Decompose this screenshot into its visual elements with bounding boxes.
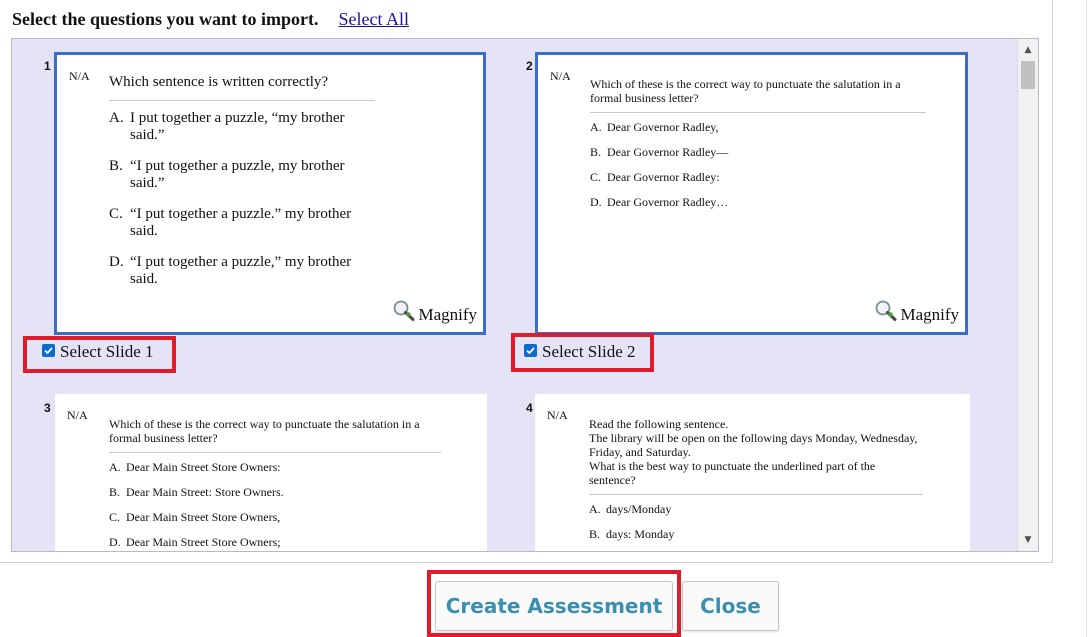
dialog-bottom-border bbox=[0, 562, 1053, 563]
question-content: Which sentence is written correctly? A. I… bbox=[109, 74, 375, 302]
option-letter: D. bbox=[109, 254, 124, 270]
option-text: days/Monday bbox=[606, 502, 672, 516]
scroll-up-arrow-icon[interactable]: ▲ bbox=[1018, 41, 1038, 59]
status-label: N/A bbox=[69, 69, 90, 83]
stem-line: Read the following sentence. bbox=[589, 417, 729, 431]
select-slide-label: Select Slide 1 bbox=[60, 342, 154, 361]
dialog-right-border bbox=[1052, 0, 1053, 563]
checkbox-checked-icon[interactable] bbox=[524, 344, 537, 357]
window-edge-line bbox=[1086, 0, 1087, 637]
answer-option: C. “I put together a puzzle.” my brother … bbox=[109, 206, 375, 240]
answer-option: A. I put together a puzzle, “my brother s… bbox=[109, 110, 375, 144]
slide-card[interactable]: N/A Read the following sentence. The lib… bbox=[535, 394, 970, 551]
option-text: Dear Governor Radley: bbox=[607, 170, 720, 184]
answer-option: A. Dear Main Street Store Owners: bbox=[109, 460, 441, 474]
magnify-button[interactable]: Magnify bbox=[874, 300, 959, 325]
option-letter: C. bbox=[590, 170, 602, 184]
stem-line: The library will be open on the followin… bbox=[589, 431, 918, 459]
option-text: days: Monday bbox=[606, 527, 675, 541]
answer-option: D. Dear Main Street Store Owners; bbox=[109, 535, 441, 549]
option-text: “I put together a puzzle,” my brother sa… bbox=[130, 254, 352, 287]
status-label: N/A bbox=[550, 69, 571, 83]
slide-card[interactable]: N/A Which sentence is written correctly?… bbox=[54, 52, 486, 335]
option-text: I put together a puzzle, “my brother sai… bbox=[130, 110, 345, 143]
answer-option: C. Dear Governor Radley: bbox=[590, 170, 926, 184]
page-title: Select the questions you want to import. bbox=[12, 8, 319, 29]
slides-panel[interactable]: 1 N/A Which sentence is written correctl… bbox=[11, 38, 1039, 552]
option-text: Dear Main Street Store Owners, bbox=[126, 510, 281, 524]
slide-number: 3 bbox=[44, 401, 51, 415]
slide-card[interactable]: N/A Which of these is the correct way to… bbox=[55, 394, 487, 551]
option-letter: D. bbox=[590, 195, 602, 209]
option-letter: B. bbox=[109, 485, 121, 499]
option-text: “I put together a puzzle.” my brother sa… bbox=[130, 206, 352, 239]
option-text: Dear Governor Radley, bbox=[607, 120, 719, 134]
question-content: Which of these is the correct way to pun… bbox=[109, 417, 441, 551]
answer-option: D. “I put together a puzzle,” my brother … bbox=[109, 254, 375, 288]
create-assessment-button[interactable]: Create Assessment bbox=[435, 581, 673, 631]
answer-option: B. “I put together a puzzle, my brother s… bbox=[109, 158, 375, 192]
option-text: Dear Main Street: Store Owners. bbox=[126, 485, 284, 499]
question-content: Read the following sentence. The library… bbox=[589, 417, 923, 551]
answer-option: A. Dear Governor Radley, bbox=[590, 120, 926, 134]
magnify-icon bbox=[394, 300, 415, 321]
option-letter: A. bbox=[109, 110, 124, 126]
select-all-link[interactable]: Select All bbox=[339, 9, 410, 30]
option-letter: B. bbox=[109, 158, 123, 174]
option-letter: A. bbox=[590, 120, 602, 134]
slide-number: 1 bbox=[44, 59, 51, 73]
status-label: N/A bbox=[547, 408, 568, 422]
slide-number: 4 bbox=[526, 401, 533, 415]
magnify-label: Magnify bbox=[900, 305, 959, 324]
select-slide-checkbox[interactable]: Select Slide 2 bbox=[524, 342, 635, 362]
slide-card[interactable]: N/A Which of these is the correct way to… bbox=[535, 52, 968, 335]
option-letter: A. bbox=[109, 460, 121, 474]
option-text: Dear Governor Radley… bbox=[607, 195, 729, 209]
answer-option: B. days: Monday bbox=[589, 527, 923, 541]
select-slide-checkbox[interactable]: Select Slide 1 bbox=[42, 342, 153, 362]
option-letter: B. bbox=[589, 527, 601, 541]
import-header: Select the questions you want to import.… bbox=[12, 6, 409, 32]
option-letter: C. bbox=[109, 206, 123, 222]
question-stem: Which of these is the correct way to pun… bbox=[590, 77, 926, 113]
answer-option: C. Dear Main Street Store Owners, bbox=[109, 510, 441, 524]
question-stem: Which of these is the correct way to pun… bbox=[109, 417, 441, 453]
option-text: Dear Main Street Store Owners: bbox=[126, 460, 281, 474]
question-content: Which of these is the correct way to pun… bbox=[590, 77, 926, 220]
option-letter: D. bbox=[109, 535, 121, 549]
close-button[interactable]: Close bbox=[682, 581, 779, 631]
scroll-down-arrow-icon[interactable]: ▼ bbox=[1018, 531, 1038, 549]
option-letter: A. bbox=[589, 502, 601, 516]
answer-option: A. days/Monday bbox=[589, 502, 923, 516]
status-label: N/A bbox=[67, 408, 88, 422]
question-stem: Which sentence is written correctly? bbox=[109, 74, 375, 101]
question-stem: Read the following sentence. The library… bbox=[589, 417, 923, 495]
option-letter: C. bbox=[109, 510, 121, 524]
slide-number: 2 bbox=[526, 59, 533, 73]
magnify-icon bbox=[876, 300, 897, 321]
magnify-button[interactable]: Magnify bbox=[392, 300, 477, 325]
answer-option: D. Dear Governor Radley… bbox=[590, 195, 926, 209]
answer-option: B. Dear Main Street: Store Owners. bbox=[109, 485, 441, 499]
stem-line: What is the best way to punctuate the un… bbox=[589, 459, 876, 487]
option-text: Dear Governor Radley— bbox=[607, 145, 729, 159]
option-letter: B. bbox=[590, 145, 602, 159]
select-slide-label: Select Slide 2 bbox=[542, 342, 636, 361]
checkbox-checked-icon[interactable] bbox=[42, 344, 55, 357]
scroll-thumb[interactable] bbox=[1021, 61, 1035, 89]
panel-scrollbar[interactable]: ▲ ▼ bbox=[1017, 39, 1038, 551]
magnify-label: Magnify bbox=[418, 305, 477, 324]
answer-option: B. Dear Governor Radley— bbox=[590, 145, 926, 159]
option-text: Dear Main Street Store Owners; bbox=[126, 535, 281, 549]
option-text: “I put together a puzzle, my brother sai… bbox=[130, 158, 345, 191]
